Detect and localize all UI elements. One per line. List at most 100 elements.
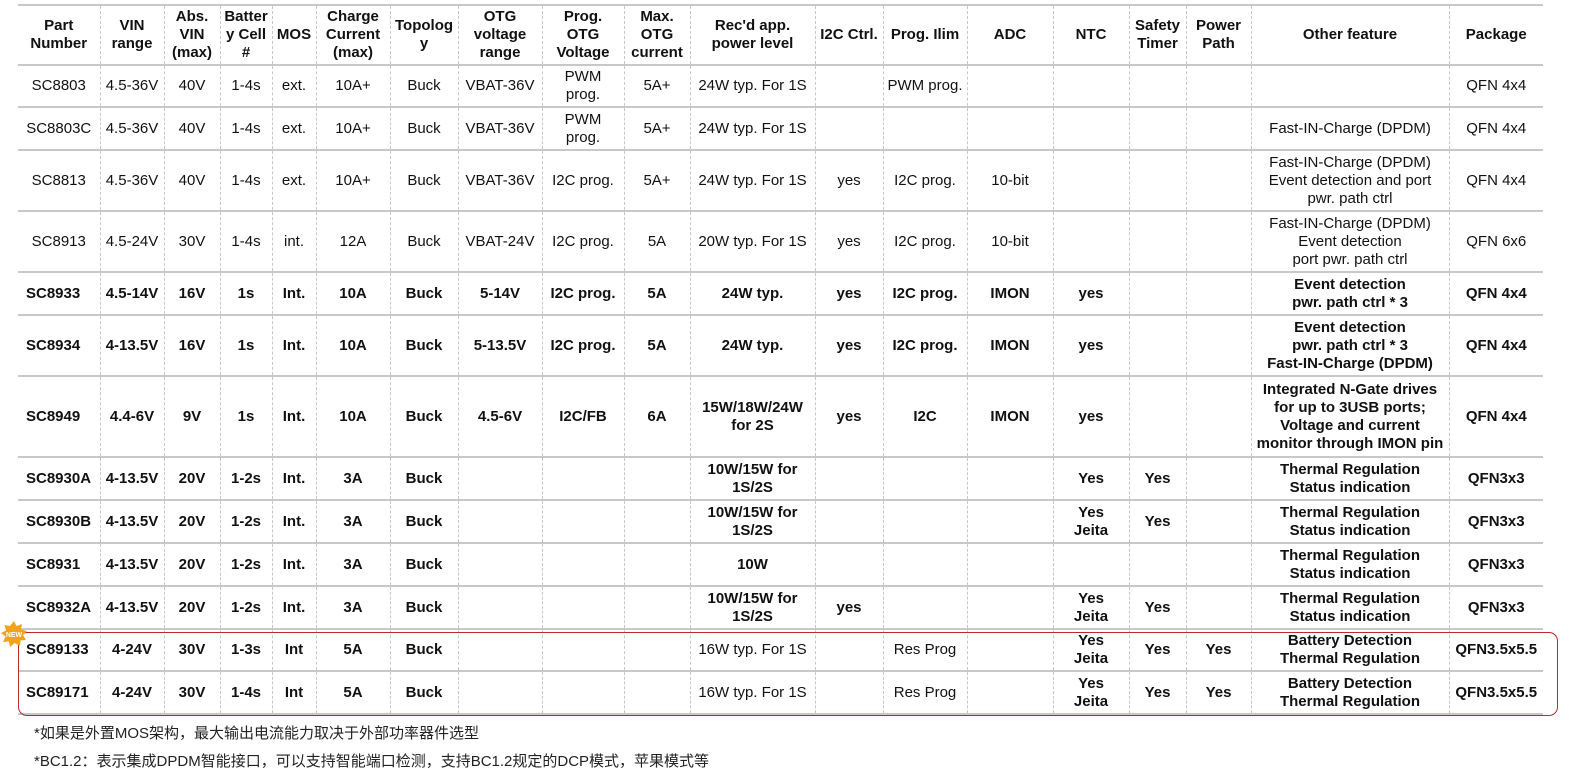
table-cell: Integrated N-Gate drives for up to 3USB … [1250,376,1449,458]
table-cell: 4.5-24V [99,211,164,273]
column-header: Power Path [1185,4,1251,66]
table-cell: QFN 4x4 [1448,65,1543,108]
table-cell: 10-bit [966,150,1053,212]
table-row: SC8803 4.5-36V 40V 1-4s ext. 10A+ Buck VBAT-36V… [18,65,1543,108]
table-cell [623,500,690,544]
table-cell [457,671,542,715]
table-cell: QFN3x3 [1448,457,1543,501]
table-cell [541,500,624,544]
table-row: SC8932A 4-13.5V 20V 1-2s Int. 3A Buck 10W/15W f… [18,586,1543,630]
table-cell: 10W/15W for 1S/2S [689,457,815,501]
table-cell: 16V [163,272,220,316]
table-cell: QFN 4x4 [1448,315,1543,377]
column-header: ADC [966,4,1053,66]
part-number-cell: SC8931 [18,543,100,587]
table-cell [1185,211,1251,273]
part-number-cell: SC8813 [18,150,100,212]
table-cell: 3A [315,543,390,587]
column-header: Safety Timer [1128,4,1186,66]
table-cell: 24W typ. For 1S [689,65,815,108]
table-cell: 30V [163,629,220,672]
table-cell: Buck [389,65,458,108]
footnote-1: *如果是外置MOS架构，最大输出电流能力取决于外部功率器件选型 [34,725,480,742]
table-cell: 9V [163,376,220,458]
table-cell: I2C prog. [541,211,624,273]
table-cell [1052,543,1129,587]
table-cell: 24W typ. [689,315,815,377]
table-cell: yes [814,272,883,316]
part-number-cell: SC89133 [18,629,100,672]
table-cell: Buck [389,272,458,316]
table-row: SC8934 4-13.5V 16V 1s Int. 10A Buck 5-13.5V I2C … [18,315,1543,377]
table-cell: Event detection pwr. path ctrl * 3 [1250,272,1449,316]
table-cell: 40V [163,150,220,212]
table-cell: 40V [163,107,220,151]
table-cell [541,629,624,672]
table-cell [966,586,1053,630]
table-cell: Buck [389,671,458,715]
table-cell: 10A+ [315,150,390,212]
table-cell [1185,65,1251,108]
table-cell: QFN 4x4 [1448,272,1543,316]
table-cell [966,457,1053,501]
table-cell: QFN3.5x5.5 [1448,671,1543,715]
part-number-cell: SC8949 [18,376,100,458]
table-cell [1128,272,1186,316]
table-cell: 4.5-36V [99,107,164,151]
table-cell: 1-4s [219,65,272,108]
table-cell: VBAT-36V [457,107,542,151]
new-badge-text: NEW [6,632,23,639]
table-cell [623,671,690,715]
table-cell: yes [814,211,883,273]
table-cell: 4.4-6V [99,376,164,458]
table-cell: 5A+ [623,65,690,108]
table-cell [814,500,883,544]
table-cell: Yes [1128,586,1186,630]
table-cell: Fast-IN-Charge (DPDM) Event detection an… [1250,150,1449,212]
table-cell: 20V [163,500,220,544]
table-cell [1185,586,1251,630]
table-cell [623,543,690,587]
table-cell: QFN3x3 [1448,543,1543,587]
column-header: Rec'd app. power level [689,4,815,66]
table-cell: PWM prog. [541,107,624,151]
table-row: SC8933 4.5-14V 16V 1s Int. 10A Buck 5-14V I2C pr… [18,272,1543,316]
table-cell: IMON [966,272,1053,316]
table-cell [966,107,1053,151]
table-cell [882,457,967,501]
table-cell [814,107,883,151]
table-cell: 1-4s [219,150,272,212]
table-cell: 1s [219,376,272,458]
table-cell: Int. [271,315,316,377]
table-cell: 1-2s [219,543,272,587]
table-cell: Int. [271,272,316,316]
table-cell: Int [271,629,316,672]
table-cell: Int [271,671,316,715]
table-row: SC89133 4-24V 30V 1-3s Int 5A Buck 16W typ. For… [18,629,1543,672]
table-cell: I2C prog. [541,150,624,212]
table-cell: 5A [315,671,390,715]
table-cell [814,629,883,672]
table-row: SC8803C 4.5-36V 40V 1-4s ext. 10A+ Buck VBAT-36… [18,107,1543,151]
table-cell: 1-2s [219,457,272,501]
table-cell: yes [1052,315,1129,377]
table-cell [623,629,690,672]
table-cell: QFN3.5x5.5 [1448,629,1543,672]
table-cell: IMON [966,315,1053,377]
table-cell: 5A [623,315,690,377]
column-header: OTG voltage range [457,4,542,66]
column-header: Batter y Cell # [219,4,272,66]
table-cell [541,671,624,715]
table-cell: I2C prog. [882,211,967,273]
table-cell: yes [814,376,883,458]
table-cell: Buck [389,543,458,587]
table-cell [1185,107,1251,151]
table-cell [814,671,883,715]
table-cell: 4.5-6V [457,376,542,458]
table-cell [1185,543,1251,587]
table-cell: 24W typ. For 1S [689,107,815,151]
table-cell: yes [1052,272,1129,316]
table-cell: 4.5-36V [99,65,164,108]
column-header: Other feature [1250,4,1449,66]
table-cell: Battery Detection Thermal Regulation [1250,629,1449,672]
